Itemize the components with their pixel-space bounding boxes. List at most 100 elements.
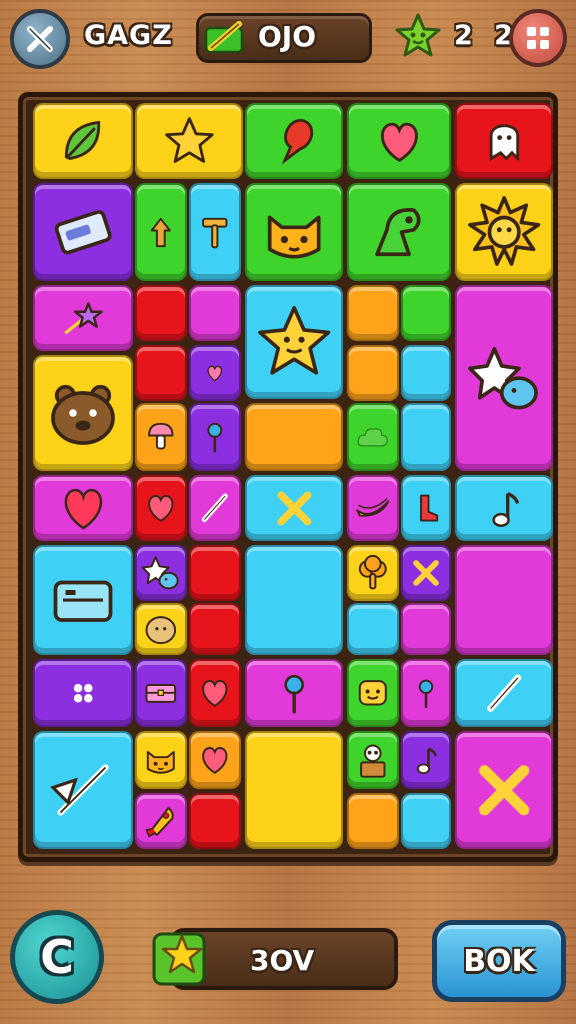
arrow-icon: [150, 218, 172, 248]
board-tile[interactable]: [135, 285, 187, 341]
board-tile[interactable]: [347, 183, 451, 281]
potato-icon: [145, 616, 177, 645]
board-tile[interactable]: [245, 659, 343, 727]
board-tile[interactable]: [33, 183, 133, 281]
board-tile[interactable]: [401, 603, 451, 655]
board-tile[interactable]: [189, 475, 241, 541]
board-tile[interactable]: [401, 793, 451, 849]
board-tile[interactable]: [189, 285, 241, 341]
board-tile[interactable]: [245, 403, 343, 471]
x-icon: [277, 491, 311, 525]
board-tile[interactable]: [33, 103, 133, 179]
bottom-value: 3OV: [250, 944, 315, 977]
board-tile[interactable]: [245, 103, 343, 179]
board-tile[interactable]: [189, 793, 241, 849]
board-tile[interactable]: [455, 103, 553, 179]
board-tile[interactable]: [135, 545, 187, 601]
board-tile[interactable]: [189, 345, 241, 401]
board-tile[interactable]: [135, 659, 187, 727]
menu-button[interactable]: [509, 9, 567, 67]
stick-icon: [486, 674, 521, 712]
dino-icon: [375, 207, 421, 256]
board-tile[interactable]: [33, 659, 133, 727]
board-tile[interactable]: [135, 793, 187, 849]
board-tile[interactable]: [135, 345, 187, 401]
board-tile[interactable]: [347, 603, 399, 655]
coin-button[interactable]: C: [10, 910, 104, 1004]
x-icon: [478, 764, 530, 816]
board-tile[interactable]: [401, 731, 451, 789]
ticket-pencil-icon: [204, 21, 244, 54]
board-tile[interactable]: [189, 183, 241, 281]
smiley-icon: [359, 680, 387, 706]
board-tile[interactable]: [189, 545, 241, 601]
board-tile[interactable]: [455, 659, 553, 727]
board-tile[interactable]: [401, 345, 451, 401]
board-tile[interactable]: [33, 285, 133, 351]
board-tile[interactable]: [245, 285, 343, 399]
board-tile[interactable]: [245, 731, 343, 849]
close-button[interactable]: [10, 9, 70, 69]
board-tile[interactable]: [347, 793, 399, 849]
board-tile[interactable]: [33, 545, 133, 655]
leaf-icon: [64, 120, 100, 160]
board-tile[interactable]: [455, 183, 553, 281]
board-tile[interactable]: [189, 603, 241, 655]
board-tile[interactable]: [245, 475, 343, 541]
board-tile[interactable]: [347, 403, 399, 471]
heart-icon: [380, 122, 418, 162]
music-note-icon: [416, 747, 438, 775]
board-tile[interactable]: [189, 731, 241, 789]
grid-menu-icon: [527, 27, 549, 49]
board-tile[interactable]: [401, 545, 451, 601]
coin-icon: C: [40, 930, 74, 984]
panda-box-icon: [360, 744, 386, 778]
score-value: OJO: [258, 20, 317, 53]
hammer-icon: [202, 218, 228, 249]
board-tile[interactable]: [347, 659, 399, 727]
board-tile[interactable]: [347, 345, 399, 401]
balloon-icon: [281, 118, 313, 165]
cloud-icon: [357, 428, 389, 447]
board-tile[interactable]: [455, 545, 553, 655]
game-title: GAGZ: [84, 20, 173, 51]
board-tile[interactable]: [33, 475, 133, 541]
board-tile[interactable]: [135, 475, 187, 541]
board-tile[interactable]: [135, 103, 243, 179]
mushroom-icon: [148, 423, 174, 450]
board-tile[interactable]: [189, 403, 241, 471]
board-tile[interactable]: [401, 659, 451, 727]
board-tile[interactable]: [189, 659, 241, 727]
ticket-icon: [54, 209, 112, 255]
board-tile[interactable]: [401, 403, 451, 471]
board-tile[interactable]: [455, 475, 553, 541]
star-face-icon: [257, 305, 331, 375]
board-tile[interactable]: [33, 355, 133, 471]
board-tile[interactable]: [347, 545, 399, 601]
board-tile[interactable]: [245, 545, 343, 655]
board-tile[interactable]: [347, 475, 399, 541]
star-icon: [164, 116, 214, 163]
board-tile[interactable]: [33, 731, 133, 849]
board-tile[interactable]: [135, 731, 187, 789]
board-tile[interactable]: [401, 285, 451, 341]
board-tile[interactable]: [401, 475, 451, 541]
board-tile[interactable]: [347, 285, 399, 341]
music-note-icon: [492, 491, 519, 527]
close-x-icon: [27, 26, 53, 52]
board-tile[interactable]: [347, 731, 399, 789]
pin-icon: [418, 679, 434, 708]
board-tile[interactable]: [135, 403, 187, 471]
board-tile[interactable]: [135, 603, 187, 655]
board-tile[interactable]: [135, 183, 187, 281]
small-heart-icon: [207, 365, 223, 382]
big-heart-icon: [64, 488, 102, 530]
board-tile[interactable]: [245, 183, 343, 281]
banana-icon: [356, 498, 390, 517]
board-tile[interactable]: [455, 731, 553, 849]
board-tile[interactable]: [347, 103, 451, 179]
ok-button[interactable]: BOK: [432, 920, 566, 1002]
sword-icon: [50, 764, 109, 816]
chest-icon: [145, 684, 177, 704]
board-tile[interactable]: [455, 285, 553, 471]
